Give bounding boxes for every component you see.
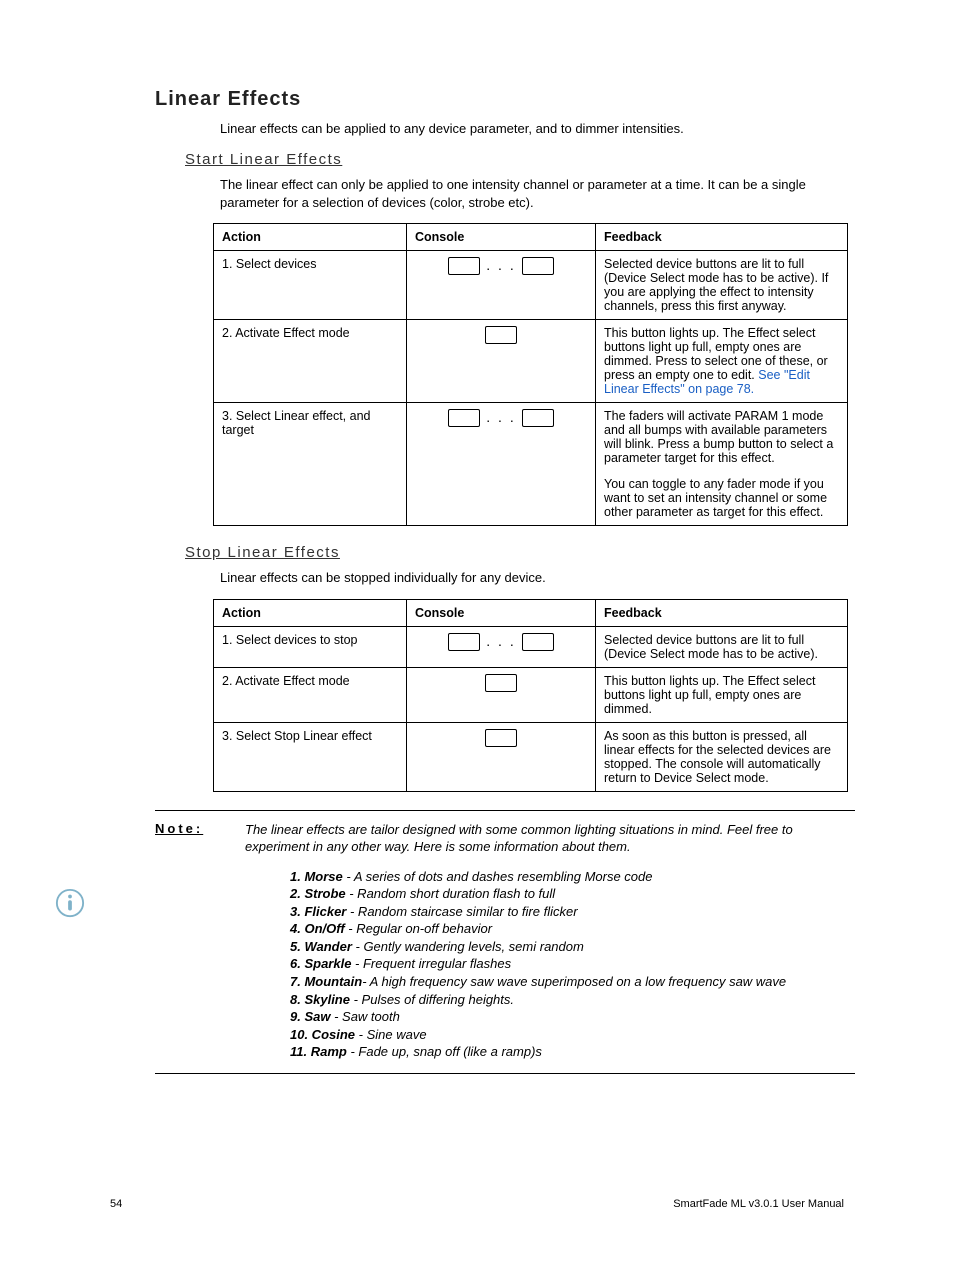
feedback-cell: Selected device buttons are lit to full …: [596, 251, 848, 320]
effects-list: 1. Morse - A series of dots and dashes r…: [290, 868, 855, 1061]
col-feedback: Feedback: [596, 224, 848, 251]
action-cell: 2. Activate Effect mode: [214, 667, 407, 722]
console-cell: . . .: [407, 403, 596, 526]
feedback-cell: As soon as this button is pressed, all l…: [596, 722, 848, 791]
note-block: Note: The linear effects are tailor desi…: [155, 810, 855, 1074]
col-console: Console: [407, 224, 596, 251]
console-button-icon: [485, 674, 517, 692]
ellipsis-icon: . . .: [486, 410, 515, 426]
doc-title: SmartFade ML v3.0.1 User Manual: [673, 1198, 844, 1210]
feedback-cell: This button lights up. The Effect select…: [596, 667, 848, 722]
action-cell: 3. Select Stop Linear effect: [214, 722, 407, 791]
console-button-icon: [448, 633, 480, 651]
list-item: 2. Strobe - Random short duration flash …: [290, 885, 855, 903]
console-button-icon: [485, 729, 517, 747]
list-item: 10. Cosine - Sine wave: [290, 1026, 855, 1044]
list-item: 5. Wander - Gently wandering levels, sem…: [290, 938, 855, 956]
stop-table: Action Console Feedback 1. Select device…: [213, 599, 848, 792]
start-para: The linear effect can only be applied to…: [220, 176, 844, 211]
console-button-icon: [485, 326, 517, 344]
col-feedback: Feedback: [596, 599, 848, 626]
list-item: 8. Skyline - Pulses of differing heights…: [290, 991, 855, 1009]
feedback-cell: Selected device buttons are lit to full …: [596, 626, 848, 667]
table-header-row: Action Console Feedback: [214, 224, 848, 251]
console-button-icon: [522, 633, 554, 651]
console-cell: [407, 667, 596, 722]
table-row: 2. Activate Effect mode This button ligh…: [214, 320, 848, 403]
ellipsis-icon: . . .: [486, 634, 515, 650]
action-cell: 2. Activate Effect mode: [214, 320, 407, 403]
col-console: Console: [407, 599, 596, 626]
list-item: 3. Flicker - Random staircase similar to…: [290, 903, 855, 921]
table-row: 3. Select Stop Linear effect As soon as …: [214, 722, 848, 791]
list-item: 4. On/Off - Regular on-off behavior: [290, 920, 855, 938]
stop-heading: Stop Linear Effects: [185, 544, 844, 561]
console-button-icon: [448, 257, 480, 275]
list-item: 1. Morse - A series of dots and dashes r…: [290, 868, 855, 886]
console-cell: [407, 320, 596, 403]
col-action: Action: [214, 224, 407, 251]
console-cell: . . .: [407, 251, 596, 320]
start-table: Action Console Feedback 1. Select device…: [213, 223, 848, 526]
feedback-cell: The faders will activate PARAM 1 mode an…: [596, 403, 848, 526]
console-button-icon: [522, 409, 554, 427]
stop-para: Linear effects can be stopped individual…: [220, 569, 844, 587]
list-item: 6. Sparkle - Frequent irregular flashes: [290, 955, 855, 973]
console-cell: . . .: [407, 626, 596, 667]
table-row: 1. Select devices . . . Selected device …: [214, 251, 848, 320]
action-cell: 3. Select Linear effect, and target: [214, 403, 407, 526]
note-text: The linear effects are tailor designed w…: [245, 821, 855, 856]
page-title: Linear Effects: [155, 88, 844, 111]
note-label: Note:: [155, 821, 245, 836]
ellipsis-icon: . . .: [486, 258, 515, 274]
list-item: 9. Saw - Saw tooth: [290, 1008, 855, 1026]
table-row: 1. Select devices to stop . . . Selected…: [214, 626, 848, 667]
table-header-row: Action Console Feedback: [214, 599, 848, 626]
info-icon: [55, 888, 85, 921]
list-item: 7. Mountain- A high frequency saw wave s…: [290, 973, 855, 991]
table-row: 3. Select Linear effect, and target . . …: [214, 403, 848, 526]
list-item: 11. Ramp - Fade up, snap off (like a ram…: [290, 1043, 855, 1061]
action-cell: 1. Select devices to stop: [214, 626, 407, 667]
console-button-icon: [448, 409, 480, 427]
table-row: 2. Activate Effect mode This button ligh…: [214, 667, 848, 722]
action-cell: 1. Select devices: [214, 251, 407, 320]
feedback-cell: This button lights up. The Effect select…: [596, 320, 848, 403]
console-button-icon: [522, 257, 554, 275]
page-number: 54: [110, 1198, 122, 1210]
page-footer: 54 SmartFade ML v3.0.1 User Manual: [110, 1198, 844, 1210]
console-cell: [407, 722, 596, 791]
intro-text: Linear effects can be applied to any dev…: [220, 121, 844, 136]
col-action: Action: [214, 599, 407, 626]
start-heading: Start Linear Effects: [185, 151, 844, 168]
